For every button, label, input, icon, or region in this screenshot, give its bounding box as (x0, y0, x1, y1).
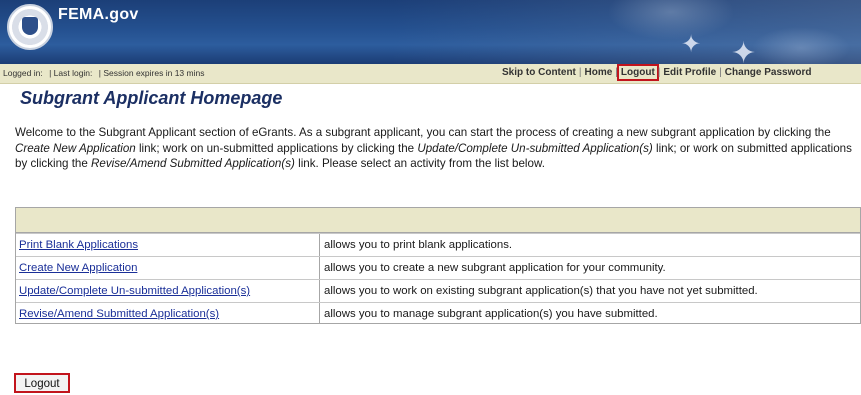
activity-table-header (16, 208, 860, 233)
create-new-application-link[interactable]: Create New Application (16, 257, 320, 279)
table-row: Print Blank Applications allows you to p… (16, 233, 860, 256)
nav-separator: | (615, 67, 618, 78)
print-blank-applications-link[interactable]: Print Blank Applications (16, 234, 320, 256)
site-name[interactable]: FEMA.gov (58, 6, 139, 24)
intro-text: Welcome to the Subgrant Applicant sectio… (15, 126, 831, 139)
activity-table: Print Blank Applications allows you to p… (15, 207, 861, 324)
logout-link[interactable]: Logout (616, 64, 659, 81)
top-nav: Skip to Content | Home | Logout | Edit Profile… (500, 64, 814, 81)
update-complete-application-link[interactable]: Update/Complete Un-submitted Application… (16, 280, 320, 302)
nav-separator: | (578, 67, 582, 78)
nav-separator: | (657, 67, 661, 78)
star-icon: ✦ (731, 36, 757, 64)
eagle-icon (22, 17, 38, 35)
table-row: Create New Application allows you to cre… (16, 256, 860, 279)
table-row: Update/Complete Un-submitted Application… (16, 279, 860, 302)
activity-description: allows you to work on existing subgrant … (324, 285, 758, 297)
nav-separator: | (719, 67, 722, 78)
intro-emphasis: Revise/Amend Submitted Application(s) (91, 157, 295, 170)
intro-emphasis: Create New Application (15, 141, 136, 155)
edit-profile-link[interactable]: Edit Profile (661, 66, 718, 79)
session-info: Logged in: | Last login: | Session expir… (3, 68, 208, 78)
skip-to-content-link[interactable]: Skip to Content (500, 66, 578, 79)
intro-paragraph: Welcome to the Subgrant Applicant sectio… (15, 125, 853, 172)
activity-description: allows you to print blank applications. (324, 239, 513, 251)
table-row: Revise/Amend Submitted Application(s) al… (16, 302, 860, 323)
session-expiry: | Session expires in 13 mins (98, 68, 205, 78)
revise-amend-application-link[interactable]: Revise/Amend Submitted Application(s) (16, 303, 320, 323)
page-title: Subgrant Applicant Homepage (20, 88, 283, 108)
change-password-link[interactable]: Change Password (723, 66, 814, 79)
intro-text: link; work on un-submitted applications … (135, 141, 418, 155)
logout-button[interactable]: Logout (14, 373, 70, 393)
intro-text: link. Please select an activity from the… (294, 157, 545, 170)
intro-emphasis: Update/Complete Un-submitted Application… (417, 141, 653, 155)
last-login-label: | Last login: (49, 68, 93, 78)
home-link[interactable]: Home (583, 66, 615, 79)
banner-artwork: ✦ ✦ (391, 0, 861, 64)
logged-in-label: Logged in: (3, 68, 43, 78)
activity-description: allows you to create a new subgrant appl… (324, 262, 666, 274)
dhs-seal-logo[interactable] (7, 4, 53, 50)
activity-description: allows you to manage subgrant applicatio… (324, 308, 658, 320)
session-bar: Logged in: | Last login: | Session expir… (0, 64, 861, 84)
star-icon: ✦ (681, 30, 702, 58)
site-banner: ✦ ✦ FEMA.gov (0, 0, 861, 64)
